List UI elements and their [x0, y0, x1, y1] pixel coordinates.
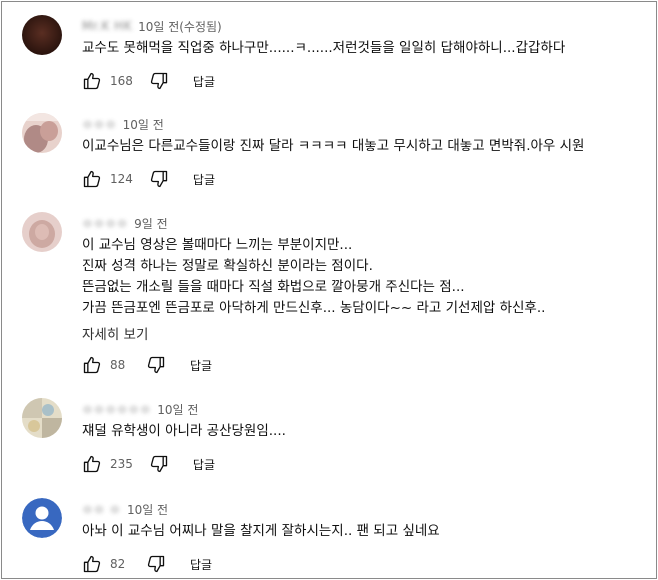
like-count: 124: [110, 172, 133, 186]
comment-line: 진짜 성격 하나는 정말로 확실하신 분이라는 점이다.: [82, 258, 373, 274]
avatar[interactable]: [22, 212, 62, 252]
comment-author[interactable]: ㅇㅇㅇㅇ: [82, 215, 128, 232]
reply-button[interactable]: 답글: [190, 357, 212, 374]
thumbs-down-icon: [150, 170, 168, 188]
thumbs-down-icon: [147, 356, 165, 374]
comments-section: Mr.K HK 10일 전(수정됨) 교수도 못해먹을 직업중 하나구만....…: [1, 1, 657, 579]
comment-line: 교수도 못해먹을 직업중 하나구만......ㅋ......저런것들을 일일히 …: [82, 40, 566, 56]
comment-text: 이 교수님 영상은 볼때마다 느끼는 부분이지만... 진짜 성격 하나는 정말…: [82, 235, 545, 319]
reply-button[interactable]: 답글: [190, 556, 212, 573]
thumbs-up-icon: [83, 455, 101, 473]
comment-author[interactable]: Mr.K HK: [82, 19, 132, 33]
thumbs-up-icon: [83, 555, 101, 573]
thumbs-down-icon: [147, 555, 165, 573]
avatar[interactable]: [22, 398, 62, 438]
comment-actions: 235 답글: [80, 452, 215, 476]
like-button[interactable]: [80, 69, 104, 93]
comment-text: 이교수님은 다른교수들이랑 진짜 달라 ㅋㅋㅋㅋ 대놓고 무시하고 대놓고 면박…: [82, 136, 584, 157]
avatar[interactable]: [22, 498, 62, 538]
like-count: 82: [110, 557, 126, 571]
thumbs-down-icon: [150, 72, 168, 90]
comment-line: 이 교수님 영상은 볼때마다 느끼는 부분이지만...: [82, 237, 353, 253]
thumbs-up-icon: [83, 72, 101, 90]
user-photo-icon: [22, 398, 62, 438]
comment-line: 쟤덜 유학생이 아니라 공산당원임....: [82, 423, 286, 439]
default-avatar-icon: [22, 498, 62, 538]
comment-line: 이교수님은 다른교수들이랑 진짜 달라 ㅋㅋㅋㅋ 대놓고 무시하고 대놓고 면박…: [82, 138, 585, 154]
like-count: 168: [110, 74, 133, 88]
comment-time[interactable]: 10일 전: [157, 401, 198, 418]
comment-text: 아놔 이 교수님 어찌나 말을 찰지게 잘하시는지.. 팬 되고 싶네요: [82, 521, 440, 542]
like-button[interactable]: [80, 167, 104, 191]
reply-button[interactable]: 답글: [193, 456, 215, 473]
dislike-button[interactable]: [147, 167, 171, 191]
comment-actions: 168 답글: [80, 69, 215, 93]
comment-time[interactable]: 10일 전: [127, 501, 168, 518]
comment-time[interactable]: 9일 전: [134, 215, 168, 232]
comment-line: 아놔 이 교수님 어찌나 말을 찰지게 잘하시는지.. 팬 되고 싶네요: [82, 523, 440, 539]
comment-actions: 88 답글: [80, 353, 212, 377]
dislike-button[interactable]: [144, 353, 168, 377]
like-button[interactable]: [80, 552, 104, 576]
comment-line: 가끔 뜬금포엔 뜬금포로 아닥하게 만드신후... 농담이다~~ 라고 기선제압…: [82, 300, 546, 316]
comment-author[interactable]: ㅇㅇㅇㅇㅇㅇ: [82, 401, 151, 418]
dislike-button[interactable]: [147, 452, 171, 476]
avatar[interactable]: [22, 15, 62, 55]
comment-actions: 82 답글: [80, 552, 212, 576]
like-count: 88: [110, 358, 126, 372]
comment-author[interactable]: ㅇㅇ ㅇ: [82, 501, 121, 518]
reply-button[interactable]: 답글: [193, 73, 215, 90]
read-more-link[interactable]: 자세히 보기: [82, 323, 148, 343]
like-button[interactable]: [80, 353, 104, 377]
comment-line: 뜬금없는 개소릴 들을 때마다 직설 화법으로 깔아뭉개 주신다는 점...: [82, 279, 465, 295]
thumbs-up-icon: [83, 170, 101, 188]
comment-actions: 124 답글: [80, 167, 215, 191]
comment-time[interactable]: 10일 전(수정됨): [138, 18, 222, 35]
comment-text: 교수도 못해먹을 직업중 하나구만......ㅋ......저런것들을 일일히 …: [82, 38, 565, 59]
dislike-button[interactable]: [144, 552, 168, 576]
user-photo-icon: [22, 15, 62, 55]
reply-button[interactable]: 답글: [193, 171, 215, 188]
thumbs-up-icon: [83, 356, 101, 374]
comment-time[interactable]: 10일 전: [123, 116, 164, 133]
thumbs-down-icon: [150, 455, 168, 473]
comment-text: 쟤덜 유학생이 아니라 공산당원임....: [82, 421, 286, 442]
comment-author[interactable]: ㅇㅇㅇ: [82, 116, 117, 133]
dislike-button[interactable]: [147, 69, 171, 93]
like-button[interactable]: [80, 452, 104, 476]
avatar[interactable]: [22, 113, 62, 153]
user-photo-icon: [22, 212, 62, 252]
like-count: 235: [110, 457, 133, 471]
user-photo-icon: [22, 113, 62, 153]
